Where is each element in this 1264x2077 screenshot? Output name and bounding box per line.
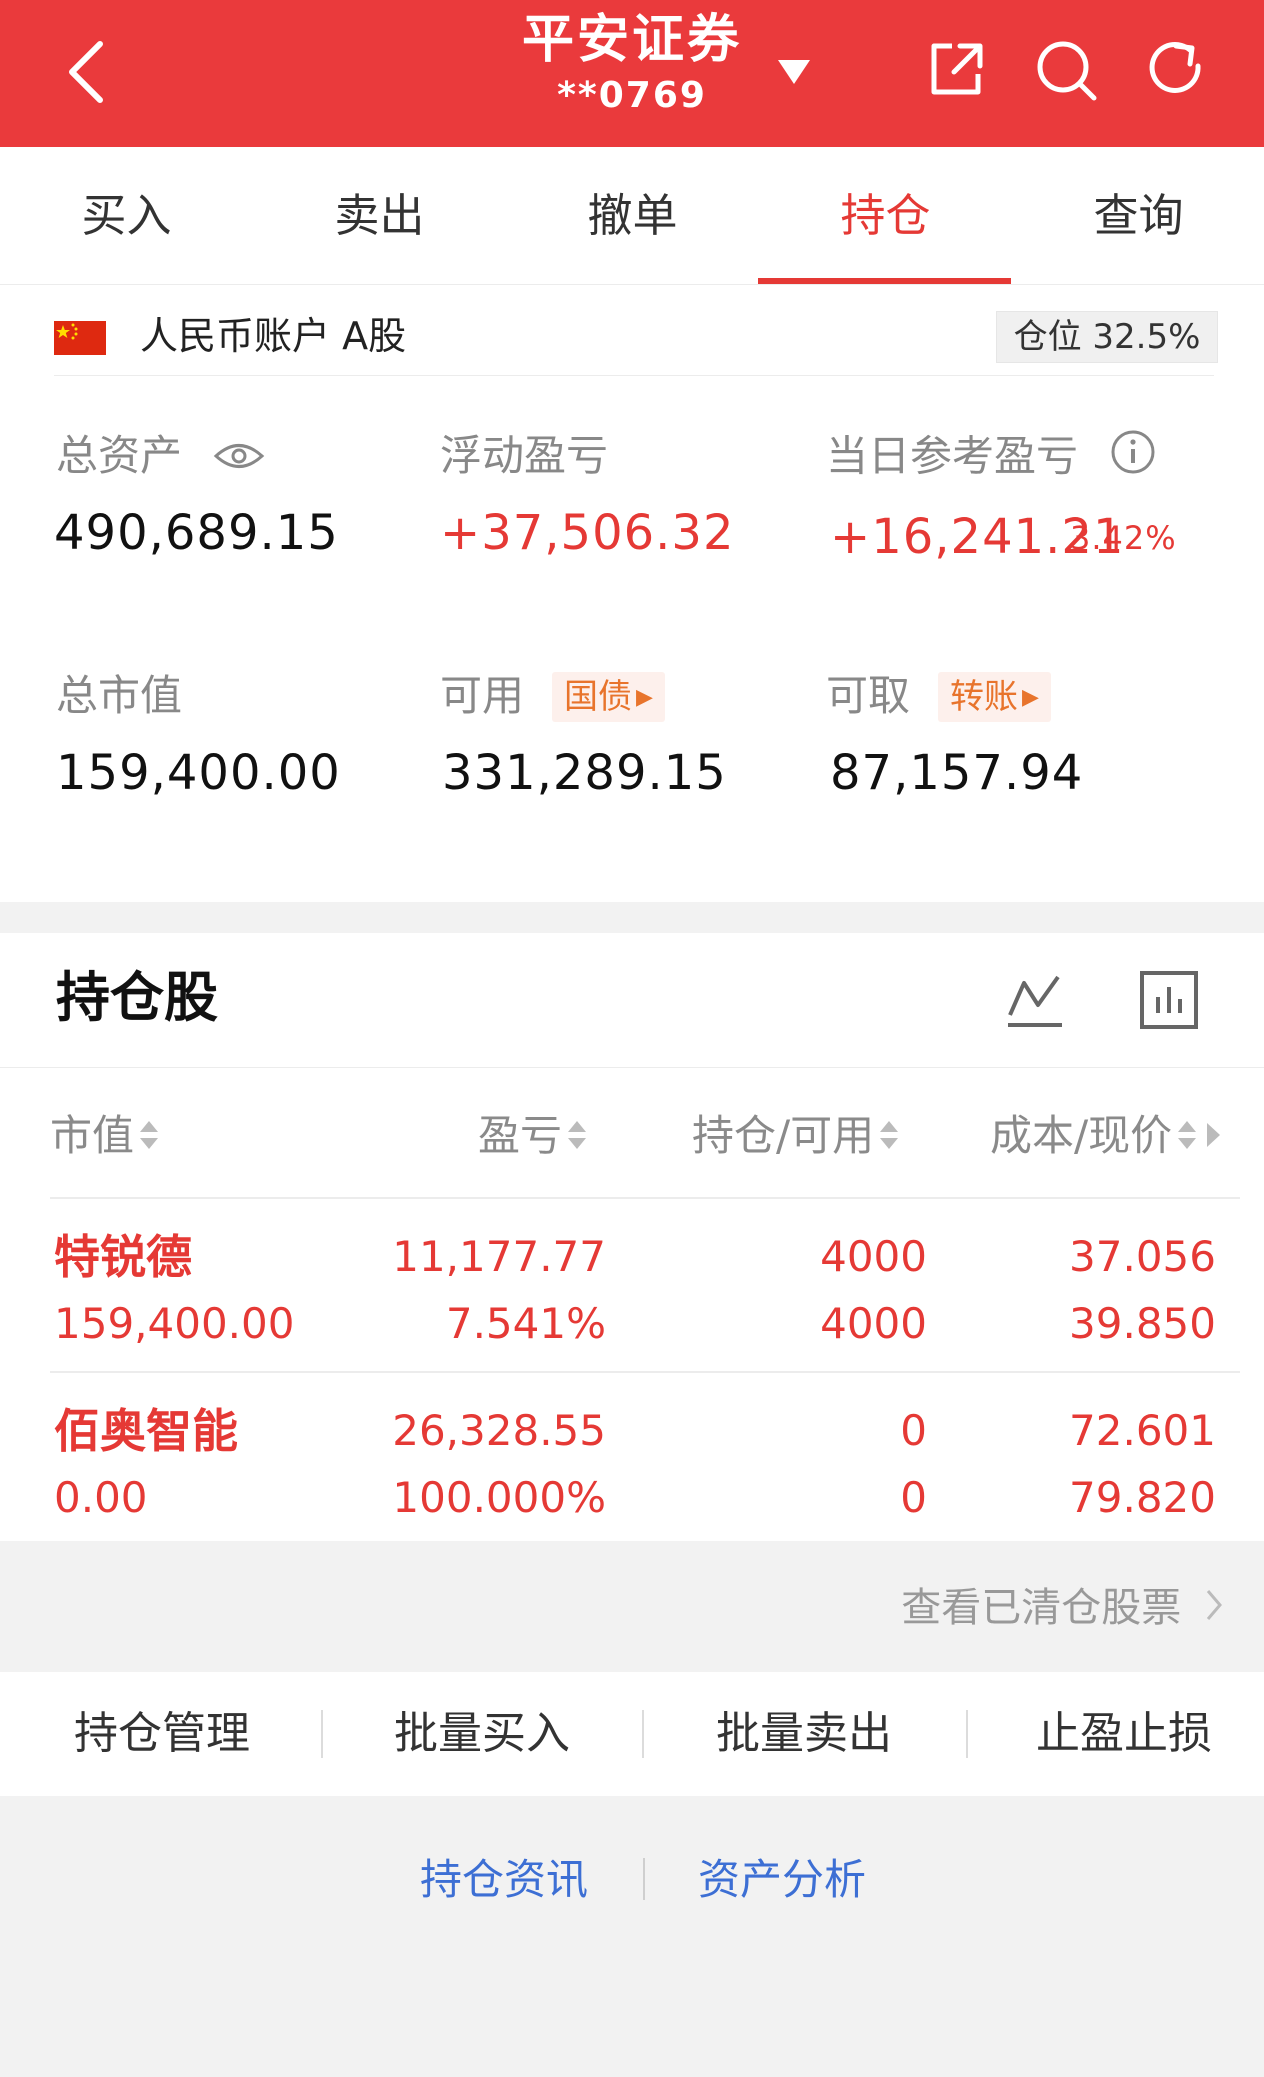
tab-holdings[interactable]: 持仓 <box>759 147 1012 284</box>
stock-name: 佰奥智能 <box>54 1404 238 1458</box>
search-icon[interactable] <box>1032 36 1100 104</box>
available-label: 可用 <box>440 671 525 720</box>
total-assets-label: 总资产 <box>56 428 265 487</box>
refresh-icon[interactable] <box>1142 36 1210 104</box>
stock-market-value: 159,400.00 <box>54 1299 295 1348</box>
batch-buy-button[interactable]: 批量买入 <box>324 1672 640 1796</box>
withdrawable-label: 可取 <box>826 671 911 720</box>
stock-available: 0 <box>900 1473 927 1522</box>
chevron-right-icon <box>1204 1582 1224 1638</box>
treasury-bond-label: 国债 <box>564 677 632 717</box>
stock-position: 4000 <box>820 1232 927 1281</box>
column-header-label: 市值 <box>50 1111 135 1160</box>
column-header-label: 成本/现价 <box>990 1111 1173 1160</box>
view-cleared-stocks-link[interactable]: 查看已清仓股票 <box>901 1580 1224 1638</box>
trade-tabs: 买入 卖出 撤单 持仓 查询 <box>0 147 1264 285</box>
stock-pl-percent: 7.541% <box>445 1299 606 1348</box>
column-header-position[interactable]: 持仓/可用 <box>692 1108 900 1167</box>
tab-buy[interactable]: 买入 <box>0 147 253 284</box>
trend-chart-icon[interactable] <box>1004 969 1066 1031</box>
sort-icon <box>1176 1111 1198 1167</box>
position-ratio-badge: 仓位 32.5% <box>996 311 1218 363</box>
transfer-button[interactable]: 转账 ▶ <box>938 672 1051 722</box>
column-header-pl[interactable]: 盈亏 <box>478 1108 588 1167</box>
column-header-cost-price[interactable]: 成本/现价 <box>990 1108 1222 1167</box>
tab-query[interactable]: 查询 <box>1012 147 1264 284</box>
account-row[interactable]: 人民币账户 A股 仓位 32.5% <box>54 295 1218 376</box>
transfer-label: 转账 <box>950 677 1018 717</box>
daily-pl-label: 当日参考盈亏 <box>826 428 1157 490</box>
stock-cost: 72.601 <box>1069 1406 1216 1455</box>
stock-cost: 37.056 <box>1069 1232 1216 1281</box>
available-value: 331,289.15 <box>442 745 727 801</box>
eye-icon[interactable] <box>213 431 265 487</box>
divider <box>0 1067 1264 1068</box>
tab-sell[interactable]: 卖出 <box>253 147 506 284</box>
total-assets-label-text: 总资产 <box>56 431 183 480</box>
stock-position: 0 <box>900 1406 927 1455</box>
stock-market-value: 0.00 <box>54 1473 148 1522</box>
china-flag-icon <box>54 321 106 355</box>
dropdown-triangle-icon[interactable] <box>774 54 814 90</box>
triangle-right-icon: ▶ <box>636 685 653 710</box>
header-bar: 平安证券 **0769 <box>0 0 1264 147</box>
active-tab-indicator <box>758 278 1011 284</box>
asset-summary-panel: 人民币账户 A股 仓位 32.5% 总资产 490,689.15 浮动盈亏 +3… <box>0 285 1264 902</box>
account-type-label: 人民币账户 A股 <box>140 314 407 358</box>
stock-name: 特锐德 <box>54 1230 192 1284</box>
table-row[interactable]: 特锐德 159,400.00 11,177.77 7.541% 4000 400… <box>0 1199 1264 1373</box>
column-header-label: 盈亏 <box>478 1111 563 1160</box>
withdrawable-value: 87,157.94 <box>830 745 1084 801</box>
tab-cancel-order[interactable]: 撤单 <box>506 147 759 284</box>
table-row[interactable]: 佰奥智能 0.00 26,328.55 100.000% 0 0 72.601 … <box>0 1373 1264 1541</box>
daily-pl-label-text: 当日参考盈亏 <box>826 431 1079 481</box>
batch-sell-button[interactable]: 批量卖出 <box>646 1672 962 1796</box>
sort-icon <box>878 1111 900 1167</box>
take-profit-stop-loss-button[interactable]: 止盈止损 <box>966 1672 1264 1796</box>
footer-links: 持仓资讯 资产分析 <box>0 1848 1264 1912</box>
stock-price: 39.850 <box>1069 1299 1216 1348</box>
stock-price: 79.820 <box>1069 1473 1216 1522</box>
stock-available: 4000 <box>820 1299 927 1348</box>
stock-pl-percent: 100.000% <box>392 1473 606 1522</box>
market-value-label: 总市值 <box>56 671 183 720</box>
sort-icon <box>138 1111 160 1167</box>
info-icon[interactable] <box>1109 428 1157 490</box>
daily-pl-percent: 3.42% <box>1070 519 1177 557</box>
stock-pl: 26,328.55 <box>392 1406 606 1455</box>
holdings-title: 持仓股 <box>56 966 218 1029</box>
divider <box>643 1858 645 1900</box>
floating-pl-label: 浮动盈亏 <box>440 431 609 480</box>
stock-pl: 11,177.77 <box>392 1232 606 1281</box>
market-value-value: 159,400.00 <box>56 745 341 801</box>
divider <box>642 1710 644 1758</box>
divider <box>321 1710 323 1758</box>
share-icon[interactable] <box>922 36 990 104</box>
sort-icon <box>566 1111 588 1167</box>
treasury-bond-button[interactable]: 国债 ▶ <box>552 672 665 722</box>
column-header-label: 持仓/可用 <box>692 1111 875 1160</box>
floating-pl-value: +37,506.32 <box>440 505 735 561</box>
holdings-management-button[interactable]: 持仓管理 <box>4 1672 320 1796</box>
column-header-market-value[interactable]: 市值 <box>50 1108 160 1167</box>
scroll-right-icon[interactable] <box>1204 1111 1222 1167</box>
holdings-panel: 持仓股 市值 盈亏 持仓/可用 成本/现价 特锐德 159,400.00 11,… <box>0 933 1264 1541</box>
asset-analysis-link[interactable]: 资产分析 <box>698 1848 866 1912</box>
holdings-actions-bar: 持仓管理 批量买入 批量卖出 止盈止损 <box>0 1672 1264 1796</box>
bar-chart-icon[interactable] <box>1138 969 1200 1031</box>
view-cleared-stocks-label: 查看已清仓股票 <box>901 1585 1182 1631</box>
total-assets-value: 490,689.15 <box>54 505 339 561</box>
triangle-right-icon: ▶ <box>1022 685 1039 710</box>
holdings-news-link[interactable]: 持仓资讯 <box>420 1848 588 1912</box>
